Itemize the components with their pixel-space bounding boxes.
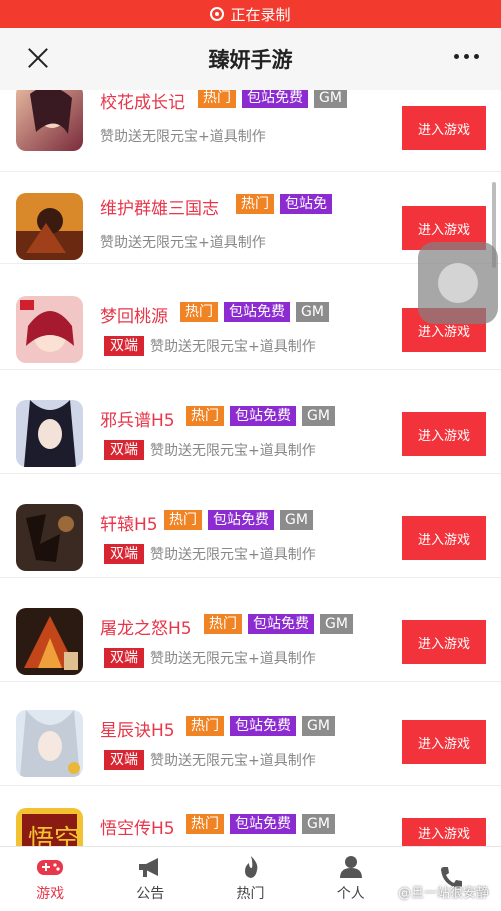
tab-label: 个人	[336, 886, 365, 902]
recording-banner: 正在录制	[0, 0, 501, 28]
recording-label: 正在录制	[230, 5, 291, 24]
game-description: 赞助送无限元宝+道具制作	[150, 547, 316, 563]
game-list-item[interactable]: 屠龙之怒H5 热门 包站免费 GM 双端 赞助送无限元宝+道具制作 进入游戏	[0, 578, 501, 682]
game-description: 赞助送无限元宝+道具制作	[100, 129, 266, 145]
game-icon	[16, 400, 83, 467]
game-icon	[16, 193, 83, 260]
game-list-item[interactable]: 轩辕H5 热门 包站免费 GM 双端 赞助送无限元宝+道具制作 进入游戏	[0, 474, 501, 578]
tab-profile[interactable]: 个人	[301, 847, 401, 911]
hot-tag: 热门	[186, 406, 224, 426]
game-name: 轩辕H5	[100, 515, 158, 535]
game-list-item[interactable]: 星辰诀H5 热门 包站免费 GM 双端 赞助送无限元宝+道具制作 进入游戏	[0, 682, 501, 786]
tab-games[interactable]: 游戏	[0, 847, 100, 911]
enter-game-button[interactable]: 进入游戏	[402, 516, 486, 560]
hot-tag: 热门	[186, 814, 224, 834]
free-tag: 包站免费	[230, 814, 296, 834]
tab-announcements[interactable]: 公告	[100, 847, 200, 911]
gm-tag: GM	[314, 90, 347, 108]
game-name: 星辰诀H5	[100, 721, 175, 741]
close-icon[interactable]	[22, 42, 54, 74]
game-list-item[interactable]: 邪兵谱H5 热门 包站免费 GM 双端 赞助送无限元宝+道具制作 进入游戏	[0, 370, 501, 474]
game-icon	[16, 296, 83, 363]
game-icon	[16, 504, 83, 571]
gm-tag: GM	[302, 716, 335, 736]
dual-platform-tag: 双端	[104, 440, 144, 460]
tab-hot[interactable]: 热门	[200, 847, 300, 911]
game-name: 悟空传H5	[100, 819, 175, 839]
hot-tag: 热门	[186, 716, 224, 736]
more-options-icon[interactable]	[454, 54, 479, 59]
tab-contact[interactable]	[401, 847, 501, 911]
free-tag: 包站免	[280, 194, 332, 214]
page-title: 臻妍手游	[208, 48, 293, 72]
game-description: 赞助送无限元宝+道具制作	[150, 443, 316, 459]
game-list-item[interactable]: 校花成长记 热门 包站免费 GM 赞助送无限元宝+道具制作 进入游戏	[0, 90, 501, 172]
gm-tag: GM	[296, 302, 329, 322]
gm-tag: GM	[280, 510, 313, 530]
game-list-item[interactable]: 悟空 悟空传H5 热门 包站免费 GM 进入游戏	[0, 786, 501, 846]
enter-game-button[interactable]: 进入游戏	[402, 620, 486, 664]
user-icon	[339, 856, 362, 878]
floating-assistive-button[interactable]	[418, 242, 498, 324]
game-icon	[16, 608, 83, 675]
free-tag: 包站免费	[208, 510, 274, 530]
game-description: 赞助送无限元宝+道具制作	[150, 753, 316, 769]
free-tag: 包站免费	[248, 614, 314, 634]
bottom-tab-bar: 游戏 公告 热门 个人	[0, 846, 501, 911]
hot-tag: 热门	[198, 90, 236, 108]
game-name: 校花成长记	[100, 93, 185, 113]
hot-tag: 热门	[164, 510, 202, 530]
game-icon	[16, 710, 83, 777]
gamepad-icon	[37, 860, 64, 875]
game-name: 维护群雄三国志	[100, 199, 219, 219]
app-header: 臻妍手游	[0, 28, 501, 90]
gm-tag: GM	[320, 614, 353, 634]
gm-tag: GM	[302, 406, 335, 426]
game-list: 校花成长记 热门 包站免费 GM 赞助送无限元宝+道具制作 进入游戏 维护群雄三…	[0, 90, 501, 846]
svg-text:悟空: 悟空	[28, 825, 80, 846]
hot-tag: 热门	[180, 302, 218, 322]
megaphone-icon	[139, 858, 159, 877]
flame-icon	[244, 856, 257, 878]
tab-label: 公告	[136, 886, 165, 902]
dual-platform-tag: 双端	[104, 648, 144, 668]
game-icon: 悟空	[16, 808, 83, 846]
watermark: @旦一站很安静	[397, 886, 489, 901]
dual-platform-tag: 双端	[104, 336, 144, 356]
enter-game-button[interactable]: 进入游戏	[402, 412, 486, 456]
game-description: 赞助送无限元宝+道具制作	[100, 235, 266, 251]
enter-game-button[interactable]: 进入游戏	[402, 106, 486, 150]
free-tag: 包站免费	[242, 90, 308, 108]
tab-label: 游戏	[36, 886, 65, 902]
free-tag: 包站免费	[230, 406, 296, 426]
record-icon	[210, 7, 225, 21]
enter-game-button[interactable]: 进入游戏	[402, 818, 486, 846]
hot-tag: 热门	[204, 614, 242, 634]
game-icon	[16, 90, 83, 151]
game-name: 屠龙之怒H5	[100, 619, 192, 639]
enter-game-button[interactable]: 进入游戏	[402, 720, 486, 764]
game-description: 赞助送无限元宝+道具制作	[150, 339, 316, 355]
hot-tag: 热门	[236, 194, 274, 214]
dual-platform-tag: 双端	[104, 544, 144, 564]
game-description: 赞助送无限元宝+道具制作	[150, 651, 316, 667]
free-tag: 包站免费	[230, 716, 296, 736]
free-tag: 包站免费	[224, 302, 290, 322]
tab-label: 热门	[236, 886, 265, 902]
game-name: 邪兵谱H5	[100, 411, 175, 431]
game-name: 梦回桃源	[100, 307, 168, 327]
gm-tag: GM	[302, 814, 335, 834]
dual-platform-tag: 双端	[104, 750, 144, 770]
